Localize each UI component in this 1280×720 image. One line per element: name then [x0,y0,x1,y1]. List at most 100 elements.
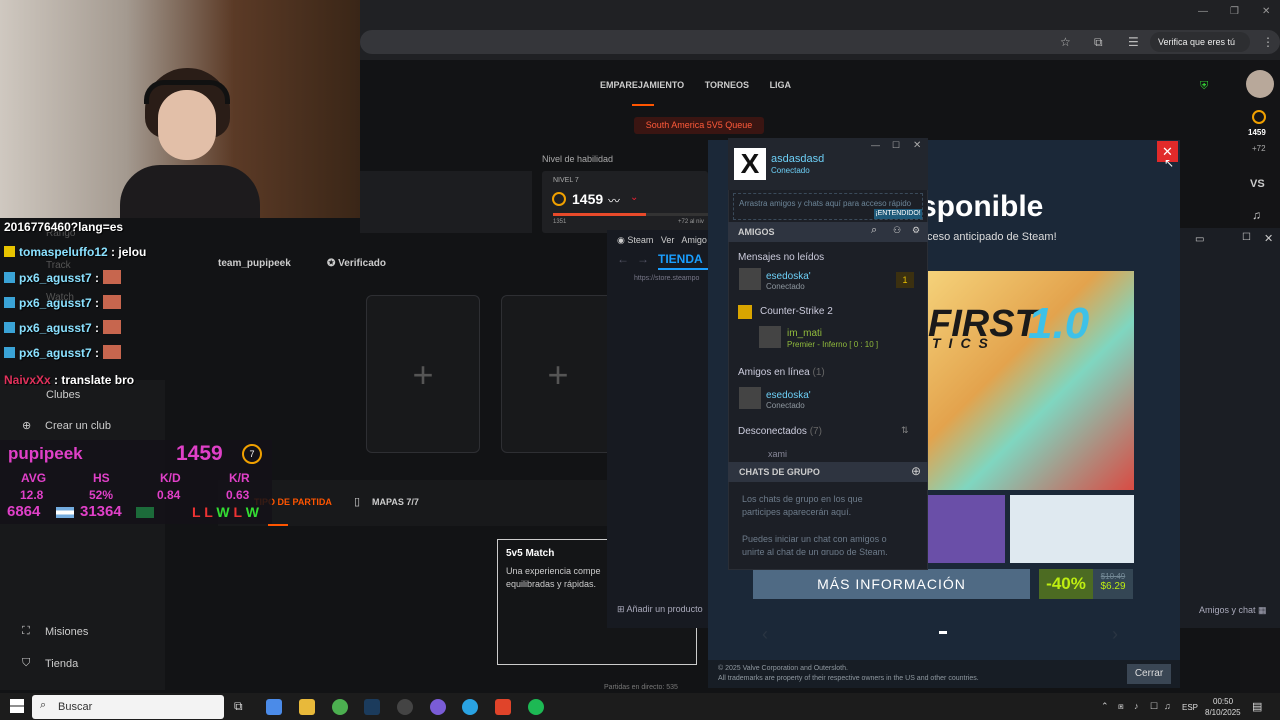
friends-chat-label: Amigos y chat [1199,605,1256,615]
friend-name[interactable]: esedoska' [766,271,811,282]
github-icon[interactable] [397,699,413,715]
friend-name[interactable]: im_mati [787,328,822,339]
forward-arrow-icon[interactable]: → [637,252,649,266]
sidebar-item-tienda[interactable]: Tienda [45,658,78,670]
reading-list-icon[interactable]: ☰ [1128,35,1139,49]
file-explorer-icon[interactable] [299,699,315,715]
close-icon[interactable]: ✕ [913,140,921,151]
chat-line: px6_agusst7 : [4,345,122,360]
emote-icon [103,320,122,334]
user-avatar[interactable]: X [734,148,766,180]
friend-status: Conectado [766,401,805,410]
game-capsule-image[interactable]: FIRST 1.0 TICS [928,271,1134,490]
minimize-icon[interactable]: — [871,140,880,150]
friends-chat-button[interactable]: Amigos y chat ▦ [1199,605,1267,616]
copyright: © 2025 Valve Corporation and Outersloth. [718,665,848,672]
nav-emparejamiento[interactable]: EMPAREJAMIENTO [600,80,684,90]
stream-chat: 2016776460?lang=es tomaspeluffo12 : jelo… [0,218,170,393]
nav-torneos[interactable]: TORNEOS [705,80,749,90]
back-arrow-icon[interactable]: ← [617,252,629,266]
window-close-button[interactable]: ✕ [1262,6,1270,17]
prev-arrow-icon[interactable]: ‹ [762,624,768,645]
streak-result: L [192,504,201,520]
mic-icon[interactable]: ♪ [1134,701,1139,711]
sidebar-item-crear-club[interactable]: Crear un club [45,420,111,432]
task-view-icon[interactable]: ⧉ [234,699,243,714]
volume-icon[interactable]: ♫ [1164,701,1171,711]
window-max-icon[interactable]: ☐ [1242,232,1251,243]
window-minimize-icon[interactable]: ▭ [1195,234,1204,245]
telegram-icon[interactable] [462,699,478,715]
add-friend-icon[interactable]: ⚇ [893,225,901,236]
shield-icon: ⛨ [1200,80,1209,92]
group-chats-label[interactable]: CHATS DE GRUPO [739,467,820,477]
avatar[interactable] [1246,70,1274,98]
next-arrow-icon[interactable]: › [1112,624,1118,645]
menu-icon[interactable]: ⋮ [1262,35,1274,49]
search-icon[interactable]: ⌕ [871,224,877,237]
carousel-dot[interactable] [939,631,947,634]
screenshot-thumb[interactable] [1010,495,1134,563]
chat-user: px6_agusst7 [19,321,92,335]
app-icon[interactable] [430,699,446,715]
extensions-icon[interactable]: ⧉ [1094,35,1103,50]
verify-button[interactable]: Verifica que eres tú [1150,32,1250,52]
taskbar-search[interactable]: Buscar [32,695,224,719]
add-player-slot[interactable]: + [366,295,480,453]
friend-name[interactable]: esedoska' [766,390,811,401]
clock-date[interactable]: 8/10/2025 [1205,708,1241,717]
menu-amigos[interactable]: Amigo [681,235,707,245]
chrome-icon[interactable] [332,699,348,715]
tab-maps[interactable]: MAPAS 7/7 [372,497,419,507]
steam-menu: ◉ Steam Ver Amigo [617,235,707,246]
tray-chevron-icon[interactable]: ⌃ [1101,701,1109,712]
username[interactable]: asdasdasd [771,153,824,165]
close-store-button[interactable]: Cerrar [1127,664,1171,684]
brave-icon[interactable] [495,699,511,715]
match-desc: Una experiencia compe equilibradas y ráp… [506,566,601,589]
chat-line: NaivxXx : translate bro [4,373,134,387]
restore-button[interactable]: ❐ [1230,6,1239,17]
spotify-icon[interactable] [528,699,544,715]
sub-badge-icon [4,246,15,257]
tab-tienda[interactable]: TIENDA [658,252,703,266]
stats-header: AVG [21,471,47,485]
unread-count: 1 [896,272,914,288]
friend-avatar [759,326,781,348]
star-icon[interactable]: ☆ [1060,35,1071,49]
menu-steam[interactable]: Steam [627,235,653,245]
steam-taskbar-icon[interactable] [364,699,380,715]
copilot-icon[interactable] [266,699,282,715]
webcam-person-body [120,165,260,218]
add-product[interactable]: ⊞ Añadir un producto [617,604,703,615]
hint-ok-button[interactable]: ¡ENTENDIDO! [874,209,922,219]
chat-text: 2016776460?lang=es [4,220,124,234]
network-icon[interactable]: ☐ [1150,701,1158,712]
windows-start-icon[interactable] [10,699,24,713]
tray-app-icon[interactable]: ⧆ [1118,701,1124,712]
settings-icon[interactable]: ⚙ [912,225,920,236]
window-close-icon[interactable]: ✕ [1264,232,1273,245]
chevron-down-icon[interactable]: ⌄ [630,192,638,203]
rail-vs[interactable]: VS [1250,178,1265,190]
sidebar-item-misiones[interactable]: Misiones [45,626,88,638]
steam-window-right: ▭ ☐ ✕ Amigos y chat ▦ [1180,228,1280,628]
menu-ver[interactable]: Ver [661,235,675,245]
team-name[interactable]: team_pupipeek [218,258,291,269]
minimize-button[interactable]: — [1198,6,1208,17]
sort-icon[interactable]: ⇅ [901,425,909,436]
add-player-slot[interactable]: + [501,295,615,453]
maximize-icon[interactable]: ☐ [892,140,900,151]
more-info-button[interactable]: MÁS INFORMACIÓN [753,569,1030,599]
screenshot-thumb[interactable] [928,495,1005,563]
notification-icon[interactable]: ▤ [1252,700,1262,713]
address-bar[interactable] [360,30,1280,54]
clock-time[interactable]: 00:50 [1213,697,1233,706]
language-indicator[interactable]: ESP [1182,703,1198,712]
add-group-icon[interactable]: ⊕ [911,464,921,478]
nav-liga[interactable]: LIGA [770,80,792,90]
add-circle-icon: ⊕ [22,420,32,432]
queue-badge[interactable]: South America 5V5 Queue [634,117,764,134]
bell-icon[interactable]: ♫ [1252,208,1261,222]
friend-name[interactable]: xami [768,449,787,459]
